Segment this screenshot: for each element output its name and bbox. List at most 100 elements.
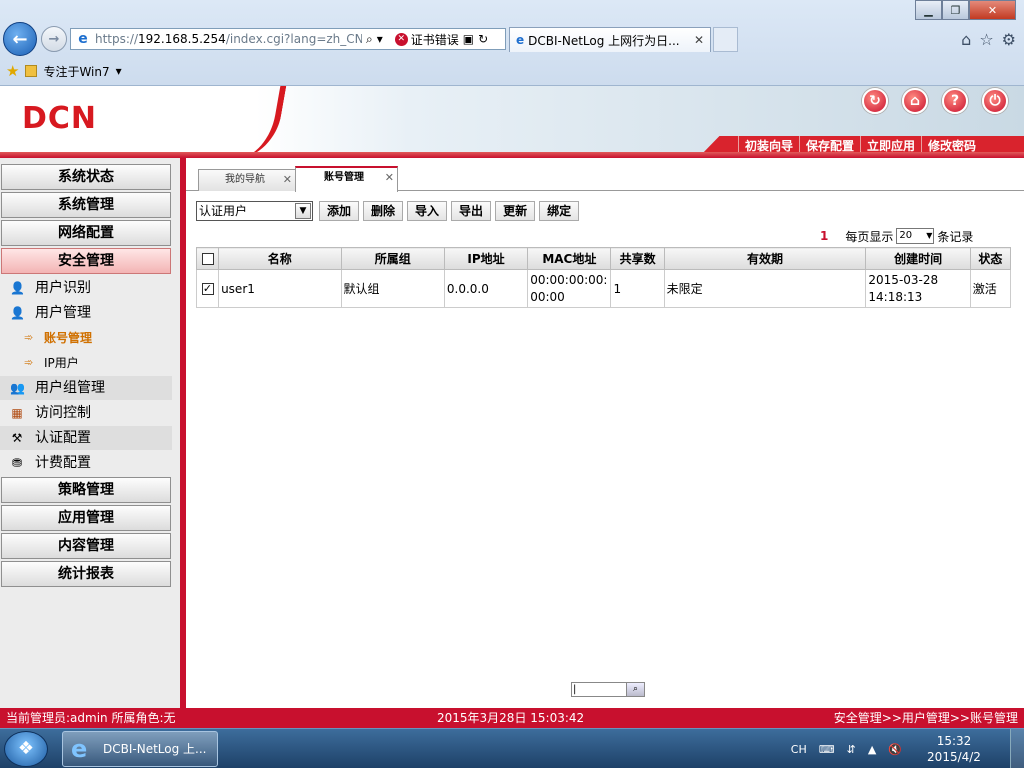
search-icon[interactable]: ⌕ (626, 683, 644, 696)
refresh-icon[interactable]: ↻ (862, 88, 888, 114)
per-page-select[interactable]: 20 ▼ (896, 228, 935, 244)
volume-muted-icon[interactable]: 🔇 (888, 743, 902, 756)
breadcrumb: 安全管理>>用户管理>>账号管理 (833, 711, 1018, 725)
browser-tool-icons: ⌂ ☆ ⚙ (961, 30, 1016, 49)
delete-button[interactable]: 删除 (363, 201, 404, 221)
tab-my-navigation[interactable]: 我的导航 ✕ (198, 169, 296, 191)
add-favorites-icon[interactable]: ★ (6, 62, 19, 80)
menu-system-status[interactable]: 系统状态 (1, 164, 171, 190)
user-icon: 👤 (10, 306, 25, 320)
maximize-button[interactable]: ❐ (942, 0, 969, 20)
favorites-bar: ★ 专注于Win7 ▾ (0, 58, 1024, 84)
minimize-button[interactable]: ▁ (915, 0, 942, 20)
menu-policy-management[interactable]: 策略管理 (1, 477, 171, 503)
refresh-icon[interactable]: ↻ (478, 32, 488, 46)
per-page-value: 20 (899, 230, 913, 241)
tab-account-management[interactable]: 账号管理 ✕ (295, 166, 398, 192)
keyboard-icon[interactable]: ⌨ (819, 743, 835, 756)
tray-expand-icon[interactable]: ▲ (868, 743, 876, 756)
close-icon[interactable]: ✕ (283, 170, 292, 190)
taskbar-ie-button[interactable]: e DCBI-NetLog 上... (62, 731, 218, 767)
ie-icon: e (71, 735, 88, 763)
key-icon: ⚒ (11, 431, 23, 445)
sidebar-item-user-management[interactable]: 👤 用户管理 (0, 301, 172, 325)
close-window-button[interactable]: ✕ (969, 0, 1016, 20)
url-scheme: https:// (95, 32, 139, 46)
menu-security-management[interactable]: 安全管理 (1, 248, 171, 274)
sidebar-item-access-control[interactable]: ▦ 访问控制 (0, 401, 172, 425)
bind-button[interactable]: 绑定 (539, 201, 580, 221)
gear-icon[interactable]: ⚙ (1002, 30, 1016, 49)
home-icon[interactable]: ⌂ (961, 30, 971, 49)
sidebar-item-auth-config[interactable]: ⚒ 认证配置 (0, 426, 172, 450)
network-icon[interactable]: ⇵ (847, 743, 856, 756)
screen: ← → e https://192.168.5.254/index.cgi?la… (0, 0, 1024, 768)
import-button[interactable]: 导入 (407, 201, 448, 221)
cell-mac: 00:00:00:00:00:00 (527, 269, 612, 308)
add-button[interactable]: 添加 (319, 201, 360, 221)
dropdown-arrow-icon[interactable]: ▾ (377, 32, 383, 46)
favorites-item[interactable]: 专注于Win7 (43, 63, 109, 80)
url-host: 192.168.5.254 (138, 32, 226, 46)
column-header-name[interactable]: 名称 (218, 247, 342, 270)
help-icon[interactable]: ? (942, 88, 968, 114)
page-number[interactable]: 1 (820, 229, 828, 243)
sidebar: 系统状态 系统管理 网络配置 安全管理 👤 用户识别 👤 用户管理 ➾ 账号管理… (0, 158, 180, 708)
column-header-created[interactable]: 创建时间 (865, 247, 971, 270)
menu-statistics-reports[interactable]: 统计报表 (1, 561, 171, 587)
sidebar-item-user-identification[interactable]: 👤 用户识别 (0, 276, 172, 300)
error-icon: ✕ (394, 32, 408, 46)
menu-content-management[interactable]: 内容管理 (1, 533, 171, 559)
sidebar-item-billing-config[interactable]: ⛃ 计费配置 (0, 451, 172, 475)
select-all-checkbox[interactable] (201, 253, 214, 265)
clock-time: 15:32 (936, 734, 972, 748)
table-row[interactable]: ✓ user1 默认组 0.0.0.0 00:00:00:00:00:00 1 … (195, 269, 1012, 308)
coins-icon: ⛃ (11, 456, 23, 470)
menu-network-config[interactable]: 网络配置 (1, 220, 171, 246)
back-button[interactable]: ← (3, 22, 37, 56)
close-tab-icon[interactable]: ✕ (694, 33, 704, 47)
cell-status: 激活 (969, 269, 1012, 308)
column-header-share[interactable]: 共享数 (610, 247, 665, 270)
sidebar-item-label: 计费配置 (35, 455, 91, 471)
window-controls: ▁ ❐ ✕ (915, 0, 1016, 20)
arrow-left-icon: ← (12, 28, 28, 50)
clock[interactable]: 15:32 2015/4/2 (914, 733, 994, 765)
sidebar-leaf-account-management[interactable]: ➾ 账号管理 (0, 326, 172, 350)
sidebar-leaf-ip-users[interactable]: ➾ IP用户 (0, 351, 172, 375)
input-language[interactable]: CH (791, 743, 807, 756)
column-header-validity[interactable]: 有效期 (663, 247, 867, 270)
user-type-select[interactable]: 认证用户 ▼ (196, 201, 313, 221)
chevron-down-icon[interactable]: ▾ (116, 64, 122, 78)
column-header-ip[interactable]: IP地址 (443, 247, 529, 270)
sidebar-item-label: 认证配置 (35, 430, 91, 446)
column-header-status[interactable]: 状态 (969, 247, 1012, 270)
bottom-search-input[interactable]: | (572, 683, 626, 696)
home-icon[interactable]: ⌂ (902, 88, 928, 114)
favorites-star-icon[interactable]: ☆ (979, 30, 993, 49)
menu-system-management[interactable]: 系统管理 (1, 192, 171, 218)
lock-icon[interactable]: ▣ (463, 32, 474, 46)
menu-application-management[interactable]: 应用管理 (1, 505, 171, 531)
browser-tab-title: DCBI-NetLog 上网行为日... (528, 33, 680, 48)
forward-button[interactable]: → (41, 26, 67, 52)
cell-group: 默认组 (340, 269, 445, 308)
new-tab-button[interactable] (713, 27, 738, 52)
certificate-error[interactable]: ✕ 证书错误 (394, 31, 459, 48)
close-icon[interactable]: ✕ (385, 168, 394, 188)
admin-info: 当前管理员:admin 所属角色:无 (6, 711, 176, 725)
search-icon[interactable]: ⌕ (366, 32, 373, 47)
sidebar-item-user-group-management[interactable]: 👥 用户组管理 (0, 376, 172, 400)
row-checkbox[interactable]: ✓ (201, 283, 214, 295)
export-button[interactable]: 导出 (451, 201, 492, 221)
update-button[interactable]: 更新 (495, 201, 536, 221)
logout-icon[interactable]: ⏻ (982, 88, 1008, 114)
show-desktop-button[interactable] (1010, 729, 1024, 768)
browser-tab[interactable]: e DCBI-NetLog 上网行为日... ✕ (509, 27, 711, 52)
per-page-label: 每页显示 (845, 229, 894, 244)
cell-created: 2015-03-28 14:18:13 (865, 269, 971, 308)
start-button[interactable]: ❖ (4, 731, 48, 767)
ie-tab-icon: e (516, 33, 525, 47)
column-header-mac[interactable]: MAC地址 (527, 247, 612, 270)
column-header-group[interactable]: 所属组 (340, 247, 445, 270)
